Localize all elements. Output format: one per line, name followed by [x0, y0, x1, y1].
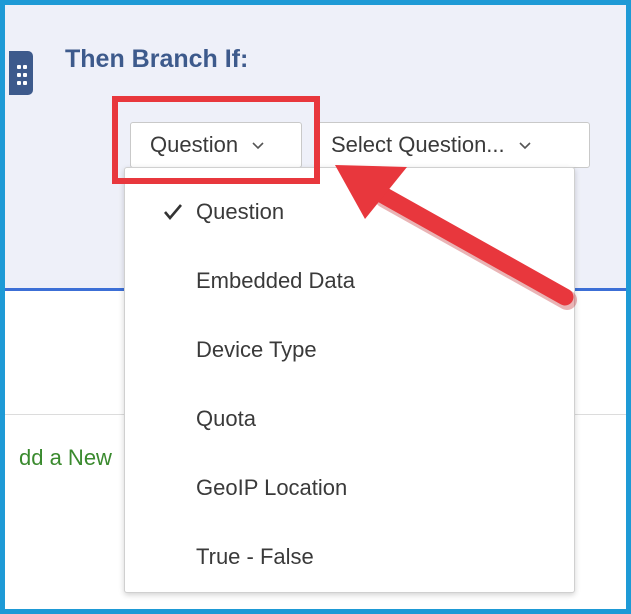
add-new-link-fragment[interactable]: dd a New [19, 445, 112, 471]
dropdown-option-geoip-location[interactable]: GeoIP Location [125, 468, 574, 508]
handle-dot [23, 81, 27, 85]
option-label: Device Type [196, 337, 317, 362]
condition-type-dropdown-menu: Question Embedded Data Device Type Quota… [124, 167, 575, 593]
screenshot-frame: Then Branch If: Question Select Question… [0, 0, 631, 614]
dropdown-option-quota[interactable]: Quota [125, 399, 574, 439]
option-label: True - False [196, 544, 314, 569]
handle-dot [23, 73, 27, 77]
option-label: Question [196, 199, 285, 224]
dropdown-option-device-type[interactable]: Device Type [125, 330, 574, 370]
dropdown-option-question[interactable]: Question [125, 192, 574, 232]
handle-dot [17, 73, 21, 77]
chevron-down-icon [519, 142, 531, 150]
drag-handle-icon[interactable] [9, 51, 33, 95]
handle-dot [17, 81, 21, 85]
dropdown-option-embedded-data[interactable]: Embedded Data [125, 261, 574, 301]
question-select[interactable]: Select Question... [316, 122, 590, 168]
option-label: Embedded Data [196, 268, 355, 293]
handle-dot [23, 65, 27, 69]
highlight-box [112, 96, 320, 184]
option-label: GeoIP Location [196, 475, 348, 500]
checkmark-icon [164, 204, 182, 221]
handle-dot [17, 65, 21, 69]
option-label: Quota [196, 406, 256, 431]
branch-heading: Then Branch If: [65, 45, 249, 73]
question-select-value: Select Question... [331, 132, 505, 157]
dropdown-option-true-false[interactable]: True - False [125, 537, 574, 577]
